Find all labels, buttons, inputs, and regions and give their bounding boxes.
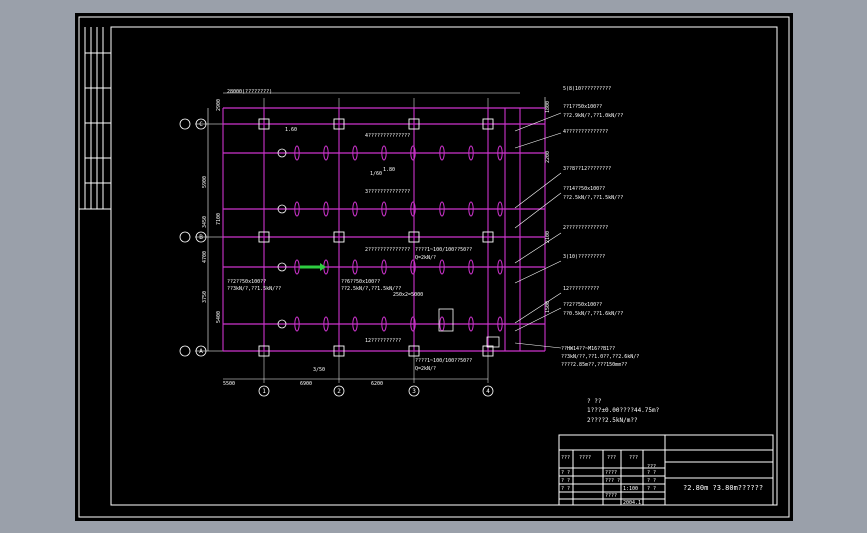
- callout-low-right-3: ??0.5kN/?,??1.6kN/??: [563, 311, 623, 317]
- label-inner-3: 2??????????????: [365, 247, 410, 253]
- title-block-r3c2: ??? ?: [605, 478, 620, 484]
- title-block-r2c3: ? ?: [647, 470, 656, 476]
- callout-mid-right-1: 3??8??12????????: [563, 166, 611, 172]
- binding-strip: [79, 27, 111, 210]
- dimension-bottom-short: 3/50: [313, 367, 325, 373]
- title-block: [558, 434, 774, 506]
- dimension-left-1: 5900: [202, 176, 208, 188]
- label-small-1: 1.80: [383, 167, 395, 173]
- label-load-2b: Q=2kN/?: [415, 366, 436, 372]
- label-load-1: ????1~100/100??50??: [415, 247, 472, 253]
- title-block-r1c4: ???: [629, 455, 638, 461]
- notes-title: ? ??: [587, 398, 602, 405]
- dimension-bottom-3: 6200: [371, 381, 383, 387]
- title-block-r1c3: ???: [607, 455, 616, 461]
- callout-top-right-3: ??2.9kN/?,??1.0kN/??: [563, 113, 623, 119]
- axis-label-col-1: 1: [262, 388, 266, 395]
- dimension-right-2: 2200: [545, 151, 551, 163]
- label-inner-1: 4??????????????: [365, 133, 410, 139]
- detail-box-2: [486, 336, 500, 348]
- axis-label-row-2: B: [199, 234, 203, 241]
- dimension-left-2: 3450: [202, 216, 208, 228]
- callout-bottom-1: ??HW14??~M16??B1??: [561, 346, 615, 352]
- leader-line-1: [514, 112, 562, 132]
- leader-line-6: [514, 260, 562, 284]
- title-block-date: 2004.1: [623, 500, 641, 506]
- notes-line-1: 1???±0.00????44.75m?: [587, 407, 660, 414]
- title-block-r2c1: ? ?: [561, 470, 570, 476]
- axis-bubble-row-3: [179, 345, 191, 357]
- dimension-left-4: 3750: [202, 291, 208, 303]
- callout-top-right-4: 4??????????????: [563, 129, 608, 135]
- dimension-bottom-1: 5500: [223, 381, 235, 387]
- title-block-r4c2: ????: [605, 493, 617, 499]
- detail-box-1: [438, 308, 454, 332]
- callout-bottom-3: ????2.85m??,???150mm??: [561, 362, 627, 368]
- title-block-r4c3: ? ?: [647, 486, 656, 492]
- leader-line-8: [514, 307, 562, 332]
- callout-mid-right-4: 2??????????????: [563, 225, 608, 231]
- title-block-r3c3: ? ?: [647, 478, 656, 484]
- axis-label-row-3: A: [199, 348, 203, 355]
- highlight-arrowhead: [320, 263, 326, 271]
- drawing-title: ?2.80m ?3.80m??????: [683, 484, 763, 492]
- label-load-2: ????1~100/100??50??: [415, 358, 472, 364]
- title-block-r3c1: ? ?: [561, 478, 570, 484]
- notes-line-2: 2????2.5kN/m??: [587, 417, 638, 424]
- label-center-2: ??2.5kN/?,??1.5kN/??: [341, 286, 401, 292]
- callout-low-right-1: 12??????????: [563, 286, 599, 292]
- dimension-left-rot-1: 2900: [216, 99, 222, 111]
- dimension-right-4: 1500: [545, 301, 551, 313]
- dimension-left-3: 4700: [202, 251, 208, 263]
- callout-bottom-2: ??3kN/??,??1.0??,??2.6kN/?: [561, 354, 639, 360]
- dimension-left-rot-3: 5400: [216, 311, 222, 323]
- dimension-left-rot-2: 7100: [216, 213, 222, 225]
- leader-line-7: [514, 292, 562, 324]
- title-block-scale: 1:100: [623, 486, 638, 492]
- callout-mid-right-5: 3(10)?????????: [563, 254, 605, 260]
- dimension-right-1: 1800: [545, 101, 551, 113]
- label-load-1b: Q=2kN/?: [415, 255, 436, 261]
- label-left-2: ??3kN/?,??1.5kN/??: [227, 286, 281, 292]
- dimension-right-3: 2100: [545, 231, 551, 243]
- callout-mid-right-3: ??2.5kN/?,??1.5kN/??: [563, 195, 623, 201]
- label-inner-4: 12??????????: [365, 338, 401, 344]
- structural-plan-drawing: 1 2 3 4 C B A 28000(????????) 5500 6900 6200 3…: [78, 16, 790, 518]
- title-block-r4c1: ? ?: [561, 486, 570, 492]
- callout-top-right-1: 5(8)10??????????: [563, 86, 611, 92]
- dimension-bottom-2: 6900: [300, 381, 312, 387]
- axis-label-col-4: 4: [486, 388, 490, 395]
- label-left-1: ??2??50x100??: [227, 279, 266, 285]
- axis-label-row-1: C: [199, 121, 203, 128]
- title-block-r1c1: ???: [561, 455, 570, 461]
- axis-label-col-2: 2: [337, 388, 341, 395]
- label-inner-2: 3??????????????: [365, 189, 410, 195]
- drawing-sheet: 1 2 3 4 C B A 28000(????????) 5500 6900 6200 3…: [75, 13, 793, 521]
- callout-top-right-2: ??1??50x100??: [563, 104, 602, 110]
- dimension-mid-1: 250x2=5000: [393, 292, 423, 298]
- title-block-r1c2: ????: [579, 455, 591, 461]
- axis-bubble-row-1: [179, 118, 191, 130]
- axis-bubble-row-2: [179, 231, 191, 243]
- leader-line-2: [514, 132, 562, 149]
- title-block-r2c2: ????: [605, 470, 617, 476]
- callout-low-right-2: ??2??50x100??: [563, 302, 602, 308]
- callout-mid-right-2: ??14??50x100??: [563, 186, 605, 192]
- leader-line-4: [514, 192, 562, 229]
- axis-label-col-3: 3: [412, 388, 416, 395]
- label-center-1: ??6??50x100??: [341, 279, 380, 285]
- leader-line-3: [514, 172, 562, 209]
- dimension-top-total: 28000(????????): [227, 89, 272, 95]
- label-small-2: 1.60: [285, 127, 297, 133]
- dimension-mid-2: 1/60: [370, 171, 382, 177]
- leader-line-9: [514, 342, 562, 349]
